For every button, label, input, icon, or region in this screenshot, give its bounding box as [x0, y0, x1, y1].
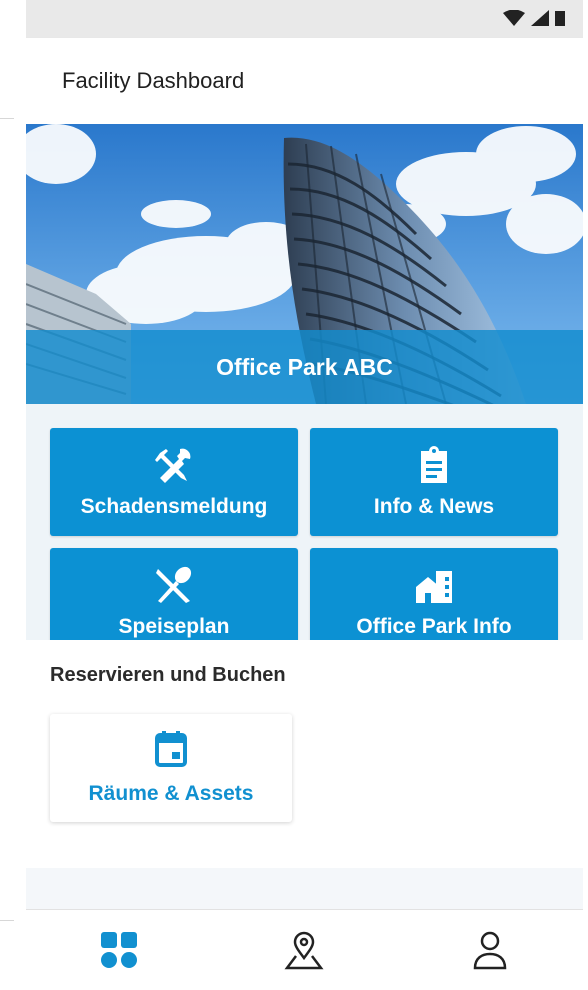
background-page-edge	[0, 0, 26, 990]
signal-icon	[531, 10, 549, 26]
card-label: Räume & Assets	[88, 781, 254, 805]
cutlery-icon	[156, 566, 192, 603]
hero-banner: Office Park ABC	[26, 124, 583, 404]
wifi-icon	[503, 10, 525, 26]
phone-screen: Facility Dashboard Office Park ABC Schad…	[26, 0, 583, 990]
rooms-assets-card[interactable]: Räume & Assets	[50, 714, 292, 822]
tile-schadensmeldung[interactable]: Schadensmeldung	[50, 428, 298, 536]
hero-title: Office Park ABC	[216, 353, 393, 380]
map-pin-icon	[284, 931, 324, 970]
page-title: Facility Dashboard	[62, 68, 245, 93]
tile-label: Schadensmeldung	[80, 495, 268, 518]
clipboard-icon	[421, 446, 447, 483]
nav-profile[interactable]	[450, 920, 530, 980]
divider	[0, 920, 14, 921]
divider	[0, 118, 14, 119]
nav-map[interactable]	[264, 920, 344, 980]
tiles-section: Schadensmeldung Info & News Speiseplan O…	[26, 404, 583, 656]
battery-icon	[555, 11, 565, 26]
tile-label: Office Park Info	[356, 615, 512, 638]
reservation-section: Reservieren und Buchen Räume & Assets	[26, 640, 583, 868]
status-bar	[26, 0, 583, 38]
nav-dashboard[interactable]	[79, 920, 159, 980]
app-header: Facility Dashboard	[26, 38, 583, 124]
calendar-icon	[155, 730, 187, 767]
background-page-edge	[583, 0, 588, 990]
building-icon	[416, 571, 452, 603]
hero-title-band: Office Park ABC	[26, 330, 583, 404]
tile-info-news[interactable]: Info & News	[310, 428, 558, 536]
bottom-navigation	[26, 909, 583, 990]
section-title: Reservieren und Buchen	[50, 664, 286, 686]
tools-icon	[155, 448, 191, 483]
dashboard-icon	[100, 932, 137, 968]
tile-label: Info & News	[373, 495, 495, 518]
user-icon	[473, 931, 507, 970]
tile-label: Speiseplan	[118, 615, 230, 638]
